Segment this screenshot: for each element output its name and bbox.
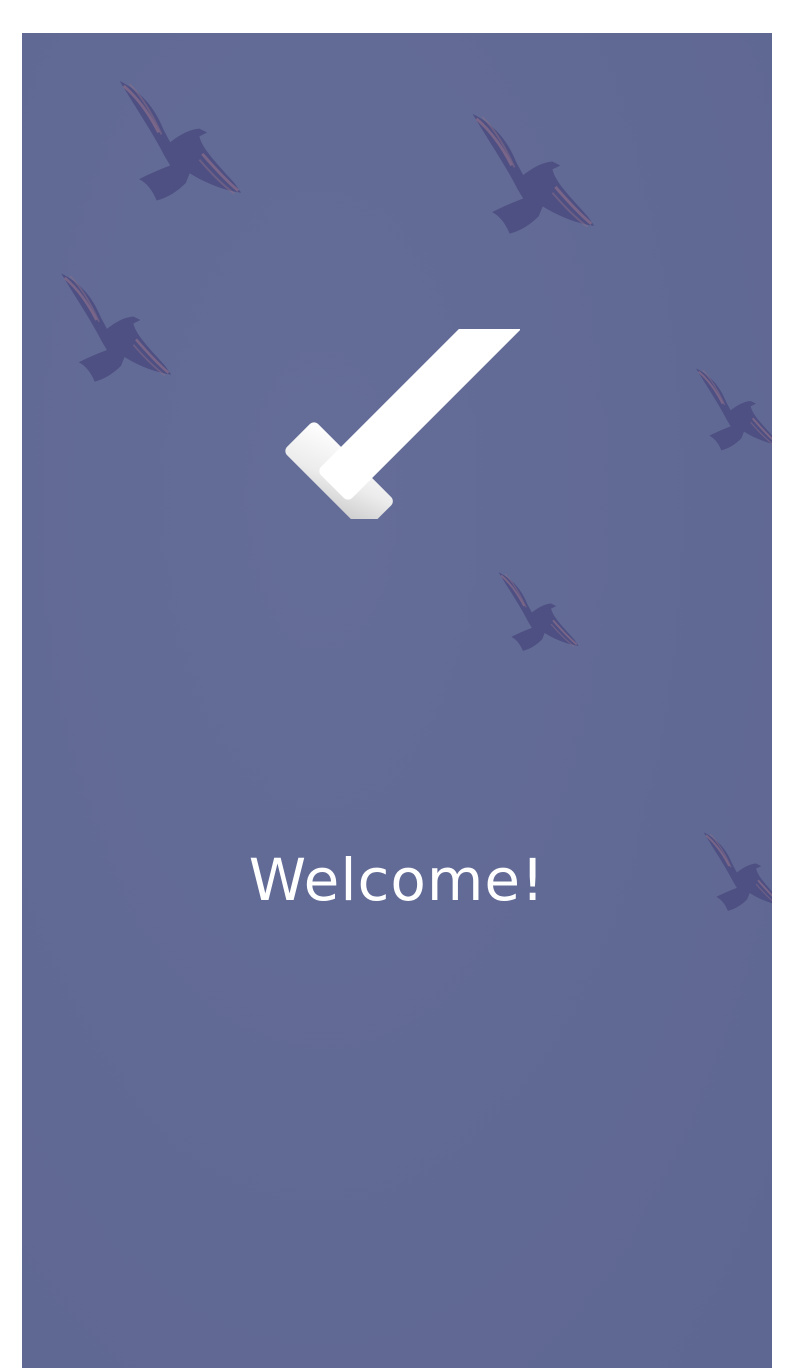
welcome-screen: Welcome! — [22, 33, 772, 1368]
bird-icon — [686, 365, 772, 465]
bird-icon — [458, 109, 604, 255]
bird-icon — [110, 75, 246, 223]
background-overlay — [22, 33, 772, 1368]
bird-icon — [477, 569, 597, 665]
check-icon — [285, 329, 520, 519]
bird-icon — [28, 269, 200, 401]
welcome-heading: Welcome! — [248, 846, 546, 914]
